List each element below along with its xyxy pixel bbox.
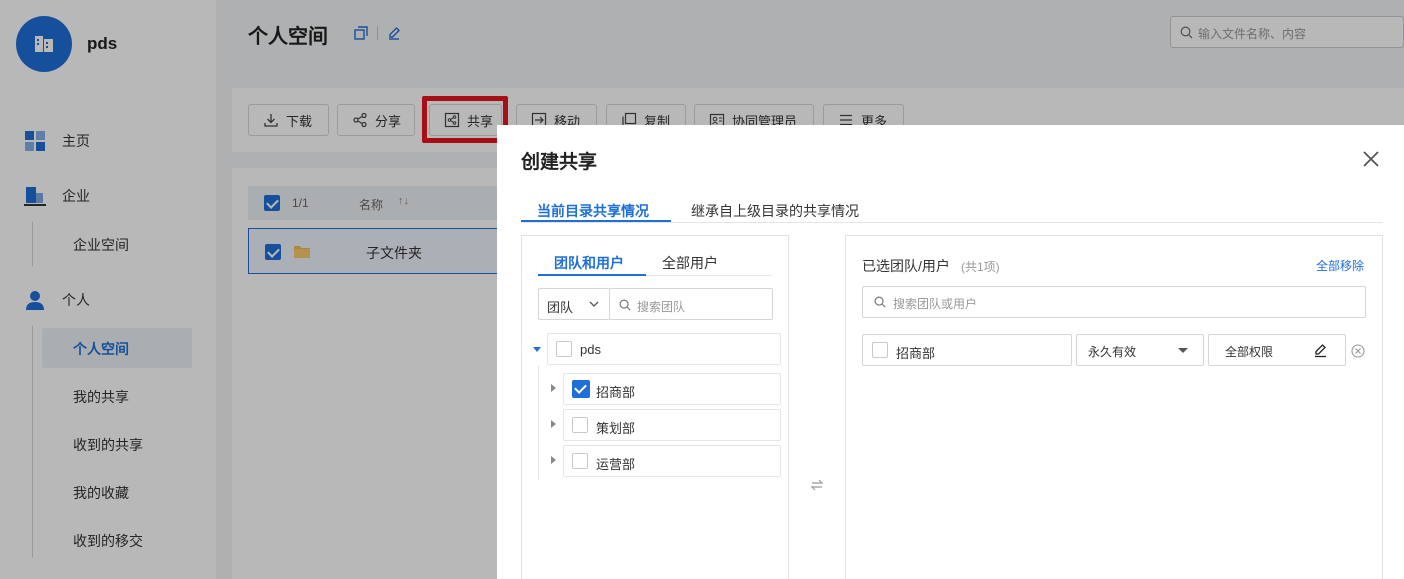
selected-count: (共1项) <box>961 260 1000 274</box>
active-tab-indicator <box>521 220 671 222</box>
node-checkbox[interactable] <box>556 341 572 357</box>
search-icon <box>619 299 631 311</box>
permission-value: 全部权限 <box>1225 345 1274 359</box>
search-icon <box>874 296 886 308</box>
search-placeholder: 搜索团队 <box>637 300 686 314</box>
tree-node-team[interactable]: 策划部 <box>563 409 781 441</box>
selected-title: 已选团队/用户 <box>862 258 950 274</box>
transfer-icon <box>810 479 824 491</box>
dialog-title: 创建共享 <box>521 152 598 173</box>
selected-search-input[interactable]: 搜索团队或用户 <box>862 286 1366 318</box>
team-search-input[interactable]: 搜索团队 <box>609 288 773 320</box>
selected-panel: 已选团队/用户 (共1项) 全部移除 搜索团队或用户 招商部 永久有效 全部权限 <box>845 235 1383 579</box>
edit-icon[interactable] <box>1313 343 1328 358</box>
caret-down-icon <box>1178 348 1188 353</box>
tree-node-root[interactable]: pds <box>547 333 781 365</box>
tab-current-directory[interactable]: 当前目录共享情况 <box>537 201 649 221</box>
selector-panel: 团队和用户 全部用户 团队 搜索团队 pds 招商部 策划部 运营部 <box>521 235 789 579</box>
remove-all-link[interactable]: 全部移除 <box>1316 257 1364 274</box>
node-checkbox[interactable] <box>572 453 588 469</box>
expand-caret-icon[interactable] <box>551 456 556 464</box>
selected-team-item[interactable]: 招商部 <box>862 334 1072 366</box>
active-tab-indicator <box>538 274 646 276</box>
node-label: 运营部 <box>596 457 636 472</box>
close-icon[interactable] <box>1361 149 1381 169</box>
node-label: 招商部 <box>596 385 636 400</box>
search-placeholder: 搜索团队或用户 <box>893 297 978 311</box>
tab-teams-users[interactable]: 团队和用户 <box>554 253 624 273</box>
expand-caret-icon[interactable] <box>551 420 556 428</box>
expand-caret-icon[interactable] <box>551 384 556 392</box>
item-checkbox[interactable] <box>872 342 888 358</box>
tab-all-users[interactable]: 全部用户 <box>662 253 718 273</box>
node-checkbox[interactable] <box>572 417 588 433</box>
remove-item-icon[interactable] <box>1351 344 1365 358</box>
node-checkbox[interactable] <box>572 380 590 398</box>
tab-divider <box>521 222 1383 223</box>
chevron-down-icon <box>589 301 599 307</box>
node-label: pds <box>580 342 601 357</box>
create-share-dialog: 创建共享 当前目录共享情况 继承自上级目录的共享情况 团队和用户 全部用户 团队… <box>497 125 1404 579</box>
permission-select[interactable]: 全部权限 <box>1208 334 1346 366</box>
tree-line <box>538 366 539 480</box>
node-label: 策划部 <box>596 421 636 436</box>
expiry-select[interactable]: 永久有效 <box>1076 334 1204 366</box>
tree-node-team[interactable]: 招商部 <box>563 373 781 405</box>
tab-inherited[interactable]: 继承自上级目录的共享情况 <box>691 201 859 221</box>
expiry-value: 永久有效 <box>1088 345 1137 359</box>
filter-type-value: 团队 <box>547 300 574 315</box>
tree-node-team[interactable]: 运营部 <box>563 445 781 477</box>
item-name: 招商部 <box>896 346 936 361</box>
collapse-caret-icon[interactable] <box>533 347 541 352</box>
filter-type-select[interactable]: 团队 <box>538 288 610 320</box>
